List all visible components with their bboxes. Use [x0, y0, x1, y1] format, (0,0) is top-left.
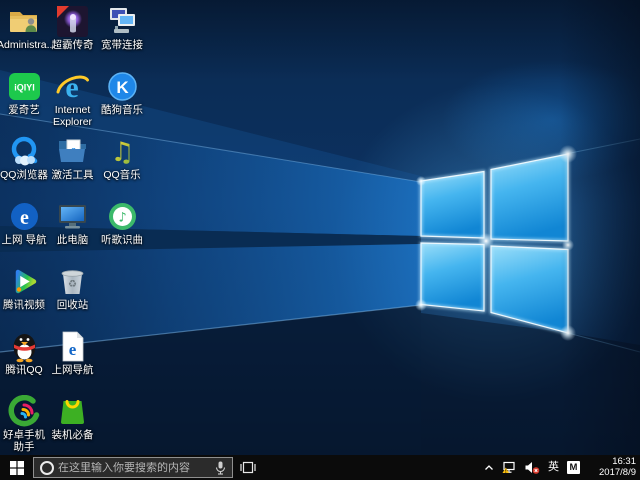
ime-badge[interactable]: M: [567, 461, 580, 474]
qq-penguin-icon: [8, 330, 41, 363]
desktop-icon-web-navigation-2[interactable]: e 上网导航: [48, 330, 97, 395]
desktop-icon-tencent-video[interactable]: 腾讯视频: [0, 265, 48, 330]
navigation-e-icon: e: [8, 200, 41, 233]
desktop-icon-administrator-folder[interactable]: Administra...: [0, 5, 48, 70]
icon-label: QQ浏览器: [0, 169, 48, 181]
svg-text:e: e: [65, 71, 78, 103]
desktop-icon-game-legend[interactable]: 超霸传奇: [48, 5, 97, 70]
show-hidden-icons-button[interactable]: [484, 464, 494, 472]
icon-label: 上网导航: [52, 364, 94, 376]
desktop-icon-essential-software[interactable]: 装机必备: [48, 395, 97, 455]
icon-label: 腾讯QQ: [5, 364, 42, 376]
icon-label: 爱奇艺: [8, 104, 40, 116]
ime-m-icon: M: [567, 461, 580, 474]
svg-text:♪: ♪: [118, 211, 126, 226]
clock-time: 16:31: [589, 457, 636, 468]
desktop-icon-this-pc[interactable]: 此电脑: [48, 200, 97, 265]
svg-text:♻: ♻: [68, 279, 77, 290]
icon-label: 上网 导航: [2, 234, 47, 246]
icon-label: Internet Explorer: [48, 104, 97, 128]
icon-label: 酷狗音乐: [101, 104, 143, 116]
icon-label: 听歌识曲: [101, 234, 143, 246]
icon-label: 宽带连接: [101, 39, 143, 51]
icon-label: 腾讯视频: [3, 299, 45, 311]
icon-label: 超霸传奇: [52, 39, 94, 51]
clock-date: 2017/8/9: [589, 468, 636, 479]
desktop-icon-kugou-music[interactable]: K 酷狗音乐: [97, 70, 147, 135]
volume-muted-icon: [525, 461, 540, 474]
taskbar: 英 M 16:31 2017/8/9: [0, 455, 640, 480]
desktop-icon-song-recognition[interactable]: ♪ 听歌识曲: [97, 200, 147, 265]
desktop[interactable]: Administra... 超霸传奇 宽带连接: [0, 0, 640, 455]
task-view-button[interactable]: [233, 455, 263, 480]
icon-label: 装机必备: [52, 429, 94, 441]
ime-language-indicator[interactable]: 英: [548, 455, 559, 480]
desktop-icon-web-navigation[interactable]: e 上网 导航: [0, 200, 48, 265]
activation-tools-folder-icon: e: [56, 135, 89, 168]
desktop-icon-activation-tools[interactable]: e 激活工具: [48, 135, 97, 200]
microphone-icon[interactable]: [215, 461, 226, 475]
kugou-icon: K: [106, 70, 139, 103]
game-icon: [56, 5, 89, 38]
search-input[interactable]: [54, 462, 215, 474]
phone-assistant-icon: [8, 395, 41, 428]
desktop-icon-qq-music[interactable]: ♫ QQ音乐: [97, 135, 147, 200]
navigation-document-icon: e: [56, 330, 89, 363]
taskbar-search-box[interactable]: [33, 457, 233, 478]
desktop-icon-broadband-connection[interactable]: 宽带连接: [97, 5, 147, 70]
chevron-up-icon: [484, 464, 494, 472]
icon-label: 此电脑: [57, 234, 89, 246]
volume-button[interactable]: [525, 461, 540, 474]
desktop-icon-internet-explorer[interactable]: e Internet Explorer: [48, 70, 97, 135]
icon-label: 回收站: [57, 299, 89, 311]
desktop-icon-recycle-bin[interactable]: ♻ 回收站: [48, 265, 97, 330]
start-button[interactable]: [0, 455, 33, 480]
desktop-icon-tencent-qq[interactable]: 腾讯QQ: [0, 330, 48, 395]
icon-label: QQ音乐: [103, 169, 140, 181]
windows-logo-icon: [10, 461, 24, 475]
network-warning-icon: [502, 461, 517, 474]
qq-browser-icon: [8, 135, 41, 168]
recycle-bin-icon: ♻: [56, 265, 89, 298]
internet-explorer-icon: e: [56, 70, 89, 103]
desktop-icon-grid: Administra... 超霸传奇 宽带连接: [0, 5, 147, 455]
svg-text:e: e: [69, 340, 77, 359]
iqiyi-icon: iQIYI: [8, 70, 41, 103]
icon-label: 激活工具: [52, 169, 94, 181]
tencent-video-icon: [8, 265, 41, 298]
task-view-icon: [240, 461, 256, 474]
svg-text:♫: ♫: [110, 137, 134, 168]
svg-text:K: K: [116, 78, 129, 97]
song-recognition-icon: ♪: [106, 200, 139, 233]
svg-text:e: e: [20, 207, 29, 229]
icon-label: 好卓手机助手: [0, 429, 48, 453]
svg-text:iQIYI: iQIYI: [14, 83, 35, 93]
qq-music-note-icon: ♫: [106, 135, 139, 168]
software-bag-icon: [56, 395, 89, 428]
cortana-circle-icon: [40, 461, 54, 475]
this-pc-monitor-icon: [56, 200, 89, 233]
user-folder-icon: [8, 5, 41, 38]
system-tray: 英 M 16:31 2017/8/9: [480, 455, 640, 480]
taskbar-clock[interactable]: 16:31 2017/8/9: [589, 457, 636, 478]
network-computers-icon: [106, 5, 139, 38]
icon-label: Administra...: [0, 39, 51, 51]
network-status-button[interactable]: [502, 461, 517, 474]
desktop-icon-haozhuo-phone-assistant[interactable]: 好卓手机助手: [0, 395, 48, 455]
desktop-icon-iqiyi[interactable]: iQIYI 爱奇艺: [0, 70, 48, 135]
desktop-icon-qq-browser[interactable]: QQ浏览器: [0, 135, 48, 200]
